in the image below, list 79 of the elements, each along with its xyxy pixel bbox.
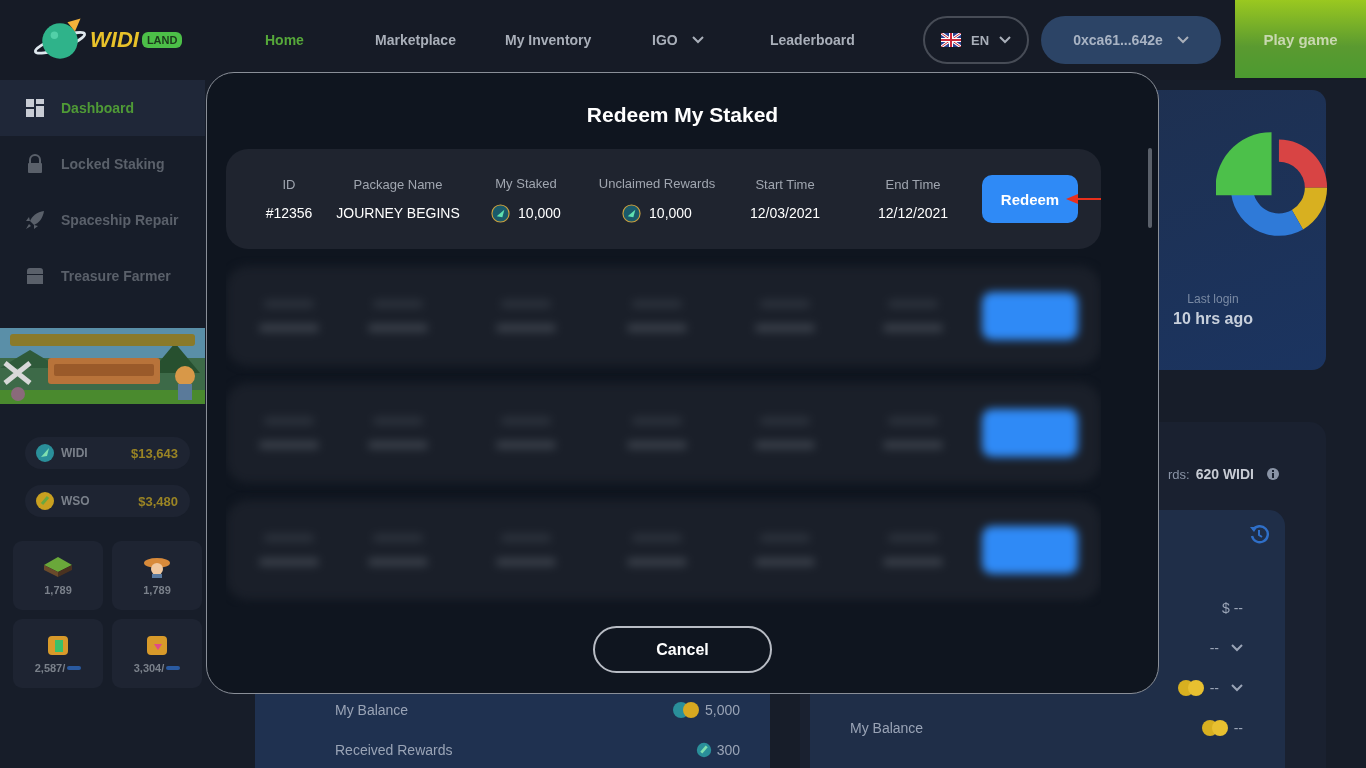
scrollbar-thumb[interactable] <box>1148 148 1152 228</box>
row-value: 300 <box>716 742 740 758</box>
nav-link[interactable]: Leaderboard <box>770 32 920 48</box>
dashboard-icon <box>25 98 45 118</box>
last-login-label: Last login <box>1187 292 1239 306</box>
asset-count: 1,789 <box>44 583 72 596</box>
table-cell: #12356 <box>265 205 313 221</box>
token-name: WSO <box>61 494 90 508</box>
coins-icon <box>1199 718 1230 738</box>
logo-tag: LAND <box>141 32 183 48</box>
cancel-button[interactable]: Cancel <box>593 626 772 673</box>
coins-icon <box>1175 678 1206 698</box>
asset-count: 2,587/ <box>34 661 66 674</box>
history-icon[interactable] <box>1249 524 1269 544</box>
asset-tile[interactable]: 3,304/ <box>112 619 202 688</box>
rewards-value: 620 WIDI <box>1195 466 1254 482</box>
table-cell: 10,000 <box>649 205 692 221</box>
row-value: $ -- <box>1222 600 1243 616</box>
chevron-down-icon <box>691 36 704 44</box>
chevron-down-icon[interactable] <box>1231 684 1243 692</box>
row-label: Received Rewards <box>335 742 453 758</box>
land-block-icon <box>43 555 73 578</box>
lock-icon <box>25 154 45 174</box>
token-name: WIDI <box>61 446 88 460</box>
row-label: My Balance <box>850 720 924 736</box>
rocket-icon <box>25 210 45 230</box>
table-cell: 10,000 <box>518 205 561 221</box>
pointer-arrow <box>1066 193 1101 205</box>
dialog-title: Redeem My Staked <box>586 103 779 128</box>
table-cell: JOURNEY BEGINS <box>336 205 460 221</box>
row-label: My Balance <box>335 702 409 718</box>
nav-link[interactable]: Marketplace <box>375 32 505 48</box>
row-value: -- <box>1233 720 1243 736</box>
limit-mark <box>166 665 181 670</box>
wallet-button[interactable]: 0xca61...642e <box>1041 16 1221 64</box>
row-value: -- <box>1209 680 1219 696</box>
column-header: ID <box>282 177 296 192</box>
asset-tile[interactable]: 1,789 <box>112 541 202 610</box>
asset-count: 3,304/ <box>133 661 165 674</box>
rewards-label: rds: <box>1167 466 1190 482</box>
language-selector[interactable]: EN <box>923 16 1029 64</box>
chevron-down-icon <box>1176 36 1189 44</box>
token-value: $3,480 <box>138 493 178 509</box>
coin-icon <box>622 203 642 223</box>
logo-wordmark: WIDI <box>90 27 139 53</box>
nav-link[interactable]: IGO <box>652 32 770 48</box>
redeem-button[interactable]: Redeem <box>982 175 1078 223</box>
column-header: Start Time <box>755 177 815 192</box>
asset-count: 1,789 <box>143 583 171 596</box>
coin-icon <box>491 203 511 223</box>
last-login-value: 10 hrs ago <box>1173 310 1253 328</box>
chevron-down-icon <box>999 36 1012 44</box>
coin-icon <box>694 741 713 759</box>
column-header: Unclaimed Rewards <box>598 175 716 191</box>
nav-link[interactable]: My Inventory <box>505 32 652 48</box>
coin-icon <box>35 443 55 463</box>
coin-icon <box>35 491 55 511</box>
token-value: $13,643 <box>131 445 178 461</box>
column-header: End Time <box>885 177 941 192</box>
chest-icon <box>25 266 45 286</box>
flag-icon <box>940 33 961 47</box>
sidebar-item[interactable]: Spaceship Repair <box>0 192 205 248</box>
limit-mark <box>67 665 82 670</box>
coins-icon <box>670 700 701 720</box>
sidebar-item[interactable]: Treasure Farmer <box>0 248 205 304</box>
chevron-down-icon[interactable] <box>1231 644 1243 652</box>
nav-link[interactable]: Home <box>265 32 375 48</box>
asset-tile[interactable]: 1,789 <box>13 541 103 610</box>
table-cell: 12/12/2021 <box>877 205 949 221</box>
sidebar-item[interactable]: Dashboard <box>0 80 205 136</box>
column-header: Package Name <box>353 177 443 192</box>
row-value: 5,000 <box>704 702 740 718</box>
table-cell: 12/03/2021 <box>749 205 821 221</box>
row-value: -- <box>1209 640 1219 656</box>
column-header: My Staked <box>495 175 557 191</box>
farmer-icon <box>142 555 172 578</box>
info-icon <box>1266 467 1280 481</box>
asset-tile[interactable]: 2,587/ <box>13 619 103 688</box>
sidebar-item[interactable]: Locked Staking <box>0 136 205 192</box>
